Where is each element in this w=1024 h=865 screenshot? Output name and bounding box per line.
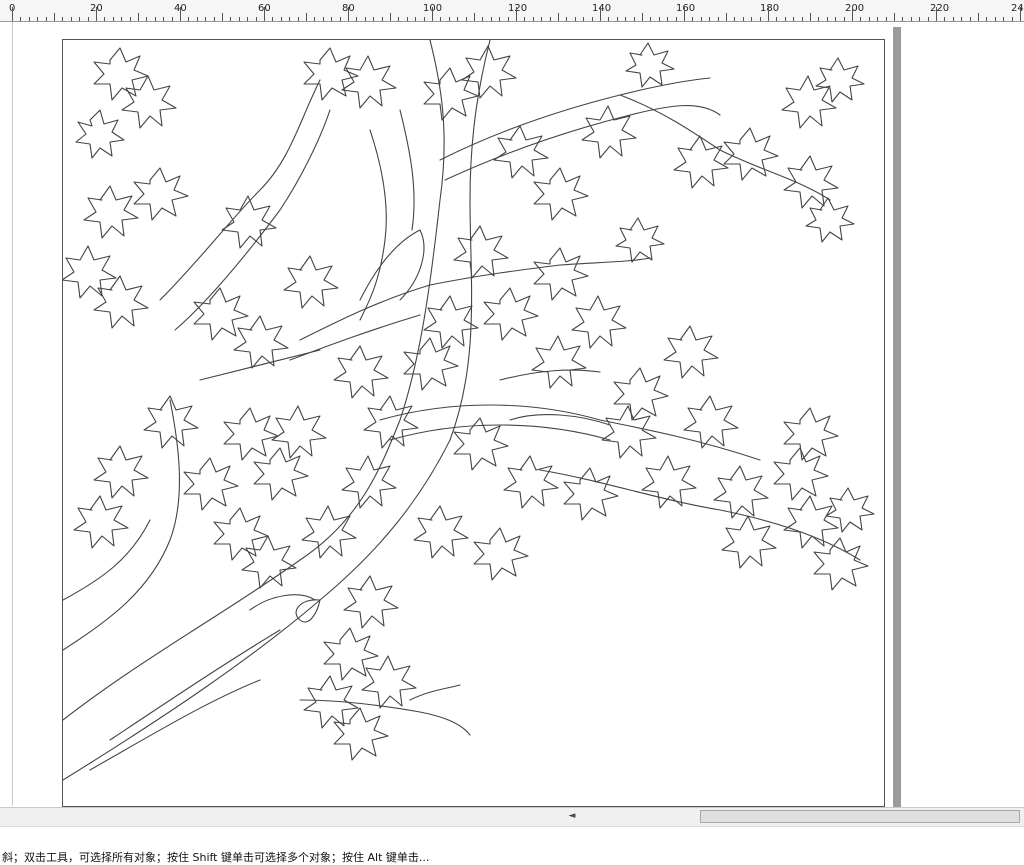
horizontal-scrollbar[interactable]: ◄ <box>0 807 1024 826</box>
maple-leaf-clusters <box>63 42 875 761</box>
maple-tree-line-art[interactable] <box>0 0 1024 807</box>
scroll-left-icon[interactable]: ◄ <box>565 810 579 823</box>
tree-trunk-and-branches <box>63 40 861 781</box>
status-bar: 斜；双击工具，可选择所有对象；按住 Shift 键单击可选择多个对象；按住 Al… <box>0 826 1024 864</box>
scrollbar-thumb[interactable] <box>700 810 1020 823</box>
